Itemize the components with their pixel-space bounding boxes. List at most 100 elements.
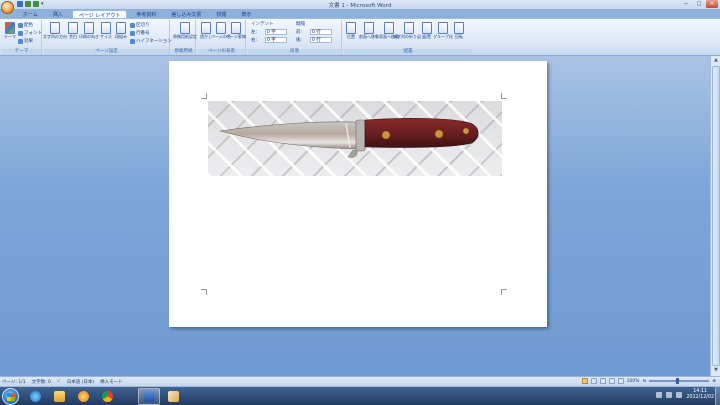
indent-left-label: 左: — [251, 30, 258, 35]
theme-colors-button[interactable]: 配色 — [18, 22, 33, 28]
language-status[interactable]: 日本語 (日本) — [67, 379, 94, 385]
clock[interactable]: 14:11 2012/12/02 — [686, 389, 714, 401]
document-page[interactable] — [169, 61, 547, 327]
windows-logo-icon — [6, 392, 15, 401]
outline-view-icon[interactable] — [608, 378, 615, 384]
size-button[interactable]: サイズ — [99, 22, 113, 40]
vertical-scrollbar[interactable]: ▲ ▼ — [710, 56, 720, 376]
insert-mode[interactable]: 挿入モード — [100, 379, 123, 385]
indent-title: インデント — [251, 22, 274, 27]
hyphenation-icon — [130, 38, 135, 44]
breaks-icon — [130, 22, 135, 28]
group-icon — [438, 22, 448, 34]
status-bar: ページ: 1/1 文字数: 0 ✓ 日本語 (日本) 挿入モード 100% ⊖ … — [0, 376, 720, 386]
zoom-slider[interactable] — [649, 378, 710, 384]
spacing-after-input[interactable]: 0 行 — [310, 37, 332, 43]
paint-icon[interactable] — [162, 388, 184, 405]
flag-icon[interactable] — [656, 392, 663, 398]
margin-mark — [501, 289, 507, 295]
customize-qat-icon[interactable]: ▾ — [41, 1, 45, 7]
zoom-in-icon[interactable]: ⊕ — [712, 379, 716, 384]
word-count[interactable]: 文字数: 0 — [32, 379, 51, 385]
undo-icon[interactable] — [25, 1, 31, 7]
knife-image[interactable] — [208, 101, 502, 176]
group-objects-button[interactable]: グループ化 — [433, 22, 453, 40]
word-icon[interactable] — [138, 388, 160, 405]
breaks-button[interactable]: 区切り — [130, 22, 150, 28]
bring-front-button[interactable]: 前面へ移動 — [359, 22, 379, 40]
zoom-level[interactable]: 100% — [627, 379, 640, 384]
chrome-icon[interactable] — [96, 388, 118, 405]
draft-view-icon[interactable] — [617, 378, 624, 384]
scroll-up-icon[interactable]: ▲ — [712, 57, 720, 65]
wrap-text-icon — [404, 22, 414, 34]
minimize-button[interactable]: ─ — [680, 0, 692, 8]
spacing-before-input[interactable]: 0 行 — [310, 29, 332, 35]
orientation-icon — [84, 22, 94, 34]
theme-effects-button[interactable]: 効果 — [18, 38, 33, 44]
page-count[interactable]: ページ: 1/1 — [2, 379, 26, 385]
orientation-button[interactable]: 印刷の向き — [79, 22, 99, 40]
theme-fonts-button[interactable]: フォント — [18, 30, 42, 36]
print-layout-view-icon[interactable] — [581, 378, 588, 384]
system-tray: 14:11 2012/12/02 — [656, 389, 714, 401]
zoom-out-icon[interactable]: ⊖ — [642, 379, 646, 384]
taskbar: 14:11 2012/12/02 — [0, 386, 720, 405]
align-icon — [422, 22, 432, 34]
text-direction-button[interactable]: 文字列の方向 — [43, 22, 67, 40]
send-back-icon — [384, 22, 394, 34]
margin-mark — [501, 93, 507, 99]
volume-icon[interactable] — [676, 392, 683, 398]
line-numbers-button[interactable]: 行番号 — [130, 30, 150, 36]
manuscript-settings-button[interactable]: 原稿用紙設定 — [173, 22, 197, 40]
scroll-down-icon[interactable]: ▼ — [712, 367, 720, 375]
ribbon: テーマ 配色 フォント 効果 テーマ 文字列の方向 余白 印刷の向き サイズ 段… — [0, 18, 720, 56]
close-button[interactable]: ✕ — [706, 0, 718, 8]
fonts-icon — [18, 30, 23, 36]
start-button[interactable] — [2, 388, 19, 405]
ie-icon[interactable] — [24, 388, 46, 405]
columns-button[interactable]: 段組み — [114, 22, 128, 40]
knife-illustration — [219, 118, 479, 158]
group-themes: テーマ 配色 フォント 効果 テーマ — [2, 20, 42, 55]
web-layout-view-icon[interactable] — [599, 378, 606, 384]
page-borders-button[interactable]: ページ罫線 — [226, 22, 246, 40]
clock-date: 2012/12/02 — [686, 395, 714, 400]
page-borders-icon — [231, 22, 241, 34]
indent-right-label: 右: — [251, 38, 258, 43]
spellcheck-icon[interactable]: ✓ — [57, 379, 61, 385]
page-color-icon — [216, 22, 226, 34]
themes-button[interactable]: テーマ — [3, 22, 17, 40]
colors-icon — [18, 22, 23, 28]
align-button[interactable]: 配置 — [420, 22, 434, 40]
window-title: 文書 1 - Microsoft Word — [328, 3, 392, 9]
margins-button[interactable]: 余白 — [66, 22, 80, 40]
save-icon[interactable] — [17, 1, 23, 7]
maximize-button[interactable]: □ — [693, 0, 705, 8]
position-icon — [346, 22, 356, 34]
show-desktop-button[interactable] — [715, 387, 720, 405]
rotate-button[interactable]: 回転 — [452, 22, 466, 40]
spacing-title: 間隔 — [296, 22, 305, 27]
text-direction-icon — [50, 22, 60, 34]
scroll-thumb[interactable] — [712, 66, 720, 366]
window-controls: ─ □ ✕ — [680, 0, 718, 8]
office-button[interactable] — [1, 1, 14, 14]
wrap-text-button[interactable]: 文字列の折り返し — [393, 22, 425, 40]
indent-left-input[interactable]: 0 字 — [265, 29, 287, 35]
indent-right-input[interactable]: 0 字 — [265, 37, 287, 43]
margins-icon — [68, 22, 78, 34]
position-button[interactable]: 位置 — [344, 22, 358, 40]
explorer-icon[interactable] — [48, 388, 70, 405]
media-icon[interactable] — [72, 388, 94, 405]
full-screen-view-icon[interactable] — [590, 378, 597, 384]
columns-icon — [116, 22, 126, 34]
zoom-slider-thumb[interactable] — [676, 378, 680, 384]
spacing-before-label: 前: — [296, 30, 303, 35]
hyphenation-button[interactable]: ハイフネーション — [130, 38, 172, 44]
network-icon[interactable] — [666, 392, 673, 398]
quick-access-toolbar: ▾ — [17, 1, 45, 7]
redo-icon[interactable] — [33, 1, 39, 7]
group-arrange: 位置 前面へ移動 背面へ移動 文字列の折り返し 配置 グループ化 回転 配置 — [344, 20, 472, 55]
themes-icon — [5, 22, 15, 34]
